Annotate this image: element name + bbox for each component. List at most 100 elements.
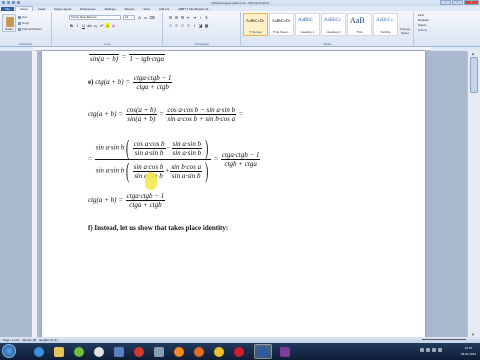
decrease-indent-icon[interactable]: ⇤ (186, 15, 191, 20)
undo-icon[interactable] (12, 1, 15, 4)
clipboard-label: Clipboard (19, 42, 32, 46)
firefox-icon (194, 346, 204, 357)
shrink-font-icon[interactable]: a (143, 15, 148, 20)
clipboard-icon (6, 17, 14, 27)
word-window: Лабораторная работа 11 - Microsoft Word … (0, 0, 480, 360)
scroll-up-icon[interactable]: ▲ (471, 51, 475, 56)
format-painter-button[interactable]: Format Painter (18, 27, 42, 31)
taskbar-opera[interactable] (230, 344, 248, 359)
align-center-icon[interactable]: ≡ (174, 23, 179, 28)
clock[interactable]: 12:37 08.01.2014 (461, 345, 476, 357)
taskbar-chrome[interactable] (210, 344, 228, 359)
copy-button[interactable]: Copy (18, 21, 29, 25)
align-left-icon[interactable]: ≡ (168, 23, 173, 28)
close-button[interactable]: × (464, 0, 479, 5)
flag-icon[interactable] (438, 348, 442, 352)
clock-date: 08.01.2014 (460, 352, 476, 356)
italic-button[interactable]: I (75, 23, 80, 28)
paragraph-label: Paragraph (194, 42, 209, 46)
editing-group: Find Replace Select Editing (418, 13, 429, 33)
style-subtitle[interactable]: AaBbCc. Subtitle (373, 13, 398, 36)
increase-indent-icon[interactable]: ⇥ (192, 15, 197, 20)
mouse-highlight (145, 172, 157, 190)
taskbar-firefox[interactable] (190, 344, 208, 359)
style-heading-2[interactable]: AaBbCc Heading 2 (321, 13, 346, 36)
taskbar-recorder[interactable] (276, 344, 294, 359)
language-indicator[interactable]: English (U.S.) (40, 338, 59, 342)
equation-2: = sin a·sin b(cos a·cos b sin a·sin b − sin… (88, 135, 261, 183)
tool-icon (154, 346, 164, 357)
zoom-track (422, 339, 466, 340)
minimize-button[interactable]: – (440, 0, 451, 5)
line-spacing-icon[interactable]: ↕ (192, 23, 197, 28)
taskbar-app[interactable] (110, 344, 128, 359)
taskbar-ie[interactable] (30, 344, 48, 359)
taskbar-media[interactable] (90, 344, 108, 359)
bullets-icon[interactable]: ☰ (168, 15, 173, 20)
ie-icon (34, 346, 44, 357)
document-page[interactable]: sin(a − b) = 1 − tgb·ctga e) ctg(a + b) … (42, 51, 425, 337)
subscript-button[interactable]: x₂ (93, 23, 98, 28)
media-icon (94, 346, 104, 357)
font-name-box[interactable]: Times New Roman (69, 15, 121, 20)
taskbar-player[interactable] (170, 344, 188, 359)
grow-font-icon[interactable]: A (137, 15, 142, 20)
underline-button[interactable]: U (81, 23, 86, 28)
font-size-box[interactable]: 12 (123, 15, 135, 20)
numbering-icon[interactable]: ☰ (174, 15, 179, 20)
scrollbar-thumb[interactable] (470, 57, 478, 93)
shading-icon[interactable]: ◪ (198, 23, 203, 28)
tray-icon[interactable] (420, 348, 424, 352)
pilcrow-icon[interactable]: ¶ (204, 15, 209, 20)
style-normal[interactable]: AaBbCcDc ¶ Normal (243, 13, 268, 36)
font-group: Times New Roman 12 A a ⌫ B I U ab x₂ x² … (53, 12, 163, 46)
taskbar-word[interactable] (254, 344, 272, 359)
save-icon[interactable] (7, 1, 10, 4)
vertical-ruler[interactable] (32, 51, 37, 337)
sort-icon[interactable]: ↕ (198, 15, 203, 20)
start-button[interactable] (2, 344, 16, 358)
cut-button[interactable]: Cut (18, 15, 27, 19)
style-title[interactable]: AaB Title (347, 13, 372, 36)
maximize-button[interactable]: □ (452, 0, 463, 5)
font-color-button[interactable]: A (111, 23, 116, 28)
quick-access-toolbar (2, 1, 20, 4)
taskbar-tool[interactable] (150, 344, 168, 359)
page-count[interactable]: Page: 1 of 6 (3, 338, 19, 342)
zoom-slider[interactable] (414, 338, 474, 342)
taskbar-torrent[interactable] (70, 344, 88, 359)
strikethrough-button[interactable]: ab (87, 23, 92, 28)
align-right-icon[interactable]: ≡ (180, 23, 185, 28)
clipboard-group: Paste Cut Copy Format Painter Clipboard (0, 12, 52, 46)
taskbar-ccleaner[interactable] (130, 344, 148, 359)
borders-icon[interactable]: ▦ (204, 23, 209, 28)
change-styles-button[interactable]: Change Styles (399, 13, 411, 36)
highlight-button[interactable]: A (105, 23, 110, 28)
chrome-icon (214, 346, 224, 357)
equation-3: ctg(a + b) = ctga·ctgb − 1 ctga + ctgb (88, 192, 166, 209)
word-count[interactable]: Words: 98 (23, 338, 37, 342)
torrent-icon (74, 346, 84, 357)
ribbon: Paste Cut Copy Format Painter Clipboard … (0, 11, 480, 47)
multilevel-icon[interactable]: ☰ (180, 15, 185, 20)
paste-button[interactable]: Paste (2, 14, 16, 32)
paragraph-group: ☰ ☰ ☰ ⇤ ⇥ ↕ ¶ ≡ ≡ ≡ ≡ ↕ ◪ ▦ Paragraph (164, 12, 241, 46)
style-no-spacing[interactable]: AaBbCcDc ¶ No Spaci... (269, 13, 294, 36)
opera-icon (234, 346, 244, 357)
superscript-button[interactable]: x² (99, 23, 104, 28)
word-icon (258, 346, 268, 357)
network-icon[interactable] (426, 348, 430, 352)
redo-icon[interactable] (17, 1, 20, 4)
justify-icon[interactable]: ≡ (186, 23, 191, 28)
volume-icon[interactable] (432, 348, 436, 352)
taskbar-folder[interactable] (50, 344, 68, 359)
item-f-heading: f) Instead, let us show that takes place… (88, 224, 229, 232)
vertical-scrollbar[interactable]: ▲ ▼ (467, 51, 480, 337)
word-logo-icon[interactable] (2, 1, 5, 4)
clear-format-icon[interactable]: ⌫ (149, 15, 155, 20)
player-icon (174, 346, 184, 357)
bold-button[interactable]: B (69, 23, 74, 28)
style-heading-1[interactable]: AaBbC Heading 1 (295, 13, 320, 36)
taskbar: 12:37 08.01.2014 (0, 343, 480, 360)
equation-1: ctg(a + b) = cos(a + b) sin(a + b) = cos … (88, 106, 243, 123)
